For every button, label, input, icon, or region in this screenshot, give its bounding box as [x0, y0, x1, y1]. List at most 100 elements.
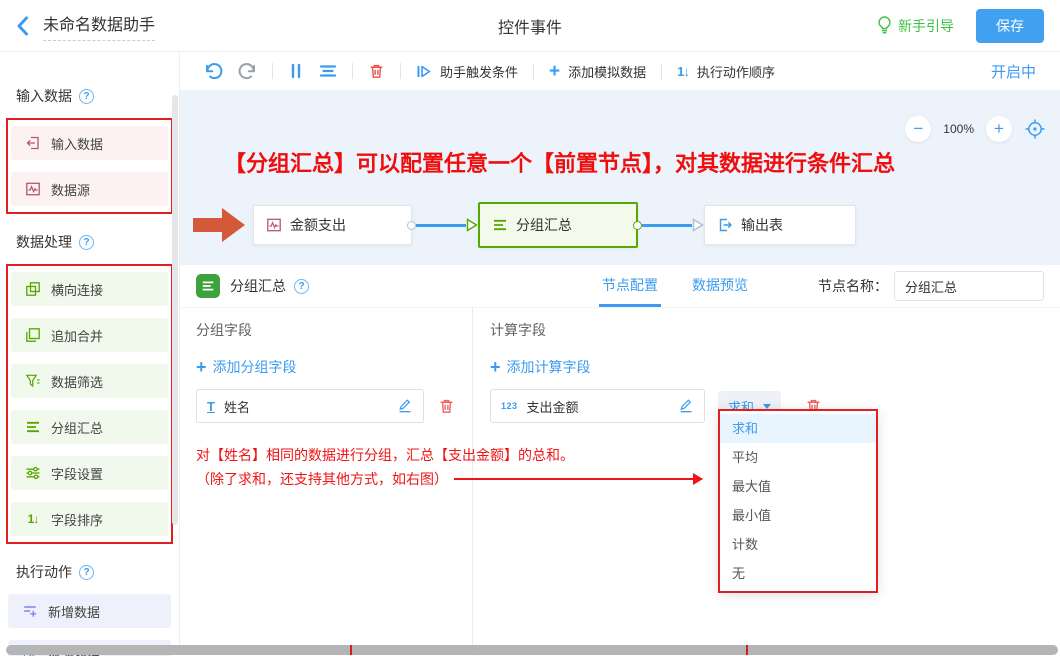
annotation-box-input: 输入数据 数据源	[6, 118, 173, 214]
undo-button[interactable]	[204, 63, 223, 80]
connector-arrowhead-icon	[692, 218, 704, 232]
back-button[interactable]	[16, 16, 29, 36]
group-field-item[interactable]: T 姓名	[196, 389, 424, 423]
node-label: 金额支出	[290, 215, 346, 235]
chevron-left-icon	[16, 16, 29, 36]
edit-field-button[interactable]	[397, 398, 413, 414]
connector	[412, 218, 478, 232]
dropdown-option-avg[interactable]: 平均	[720, 443, 876, 472]
config-body: 分组字段 + 添加分组字段 T 姓名	[180, 308, 1060, 656]
calc-field-item[interactable]: 123 支出金额	[490, 389, 705, 423]
sidebar-section-input: 输入数据 ?	[0, 86, 179, 106]
help-icon[interactable]: ?	[79, 565, 94, 580]
connector-line	[416, 224, 466, 227]
sidebar-item-filter[interactable]: 数据筛选	[11, 364, 168, 398]
node-name-input[interactable]	[894, 271, 1044, 301]
zoom-out-button[interactable]: −	[905, 116, 931, 142]
config-header: 分组汇总 ? 节点配置 数据预览 节点名称：	[180, 265, 1060, 308]
save-button[interactable]: 保存	[976, 9, 1044, 43]
field-name: 姓名	[224, 397, 388, 416]
annotation-box-process: 横向连接 追加合并 数据筛选 分组汇总 字段设置	[6, 264, 173, 544]
connector-port[interactable]	[407, 221, 416, 230]
action-order-button[interactable]: 1↓ 执行动作顺序	[677, 62, 775, 81]
edit-field-button[interactable]	[678, 398, 694, 414]
horizontal-join-icon	[25, 281, 41, 297]
delete-group-field-button[interactable]	[438, 398, 455, 415]
flow-node-group-summary[interactable]: 分组汇总	[478, 202, 638, 248]
field-sort-icon: 1↓	[25, 511, 41, 527]
tab-node-config[interactable]: 节点配置	[599, 265, 661, 307]
sidebar-item-hjoin[interactable]: 横向连接	[11, 272, 168, 306]
beginner-guide-link[interactable]: 新手引导	[877, 16, 954, 36]
sort-order-icon: 1↓	[677, 64, 689, 79]
trigger-condition-button[interactable]: 助手触发条件	[416, 62, 518, 81]
sidebar-item-label: 追加合并	[51, 326, 103, 345]
add-group-field-button[interactable]: + 添加分组字段	[196, 357, 455, 377]
sidebar-item-datasource[interactable]: 数据源	[11, 172, 168, 206]
zoom-level: 100%	[943, 122, 974, 136]
connector-port[interactable]	[633, 221, 642, 230]
sidebar-item-fieldset[interactable]: 字段设置	[11, 456, 168, 490]
status-toggle[interactable]: 开启中	[991, 61, 1036, 82]
align-horizontal-icon[interactable]	[319, 63, 337, 79]
calc-fields-label: 计算字段	[490, 320, 822, 340]
sidebar-item-label: 新增数据	[48, 602, 100, 621]
redo-button[interactable]	[238, 63, 257, 80]
toolbar-divider	[352, 63, 353, 79]
sidebar-item-input-data[interactable]: 输入数据	[11, 126, 168, 160]
dropdown-option-none[interactable]: 无	[720, 559, 876, 588]
sidebar-item-label: 数据源	[51, 180, 90, 199]
annotation-arrow-icon	[193, 205, 245, 245]
help-icon[interactable]: ?	[294, 279, 309, 294]
locate-center-button[interactable]	[1024, 118, 1046, 140]
top-header: 未命名数据助手 控件事件 新手引导 保存	[0, 0, 1060, 52]
sidebar-item-add-data[interactable]: 新增数据	[8, 594, 171, 628]
sidebar-section-process: 数据处理 ?	[0, 232, 179, 252]
sidebar-item-fieldsort[interactable]: 1↓ 字段排序	[11, 502, 168, 536]
sidebar-scrollbar[interactable]	[172, 95, 178, 525]
delete-node-button[interactable]	[368, 63, 385, 80]
add-calc-field-button[interactable]: + 添加计算字段	[490, 357, 822, 377]
node-config-panel: 分组汇总 ? 节点配置 数据预览 节点名称： 分组字段	[180, 265, 1060, 656]
append-merge-icon	[25, 327, 41, 343]
help-icon[interactable]: ?	[79, 89, 94, 104]
lightbulb-icon	[877, 16, 892, 35]
horizontal-scrollbar[interactable]	[6, 645, 1058, 655]
group-summary-icon	[196, 274, 220, 298]
dropdown-option-sum[interactable]: 求和	[720, 414, 876, 443]
node-label: 输出表	[741, 215, 783, 235]
add-mock-data-button[interactable]: + 添加模拟数据	[549, 62, 646, 81]
text-type-icon: T	[207, 399, 215, 414]
tab-data-preview[interactable]: 数据预览	[689, 265, 751, 307]
filter-icon	[25, 373, 41, 389]
datasource-icon	[266, 217, 282, 233]
group-fields-column: 分组字段 + 添加分组字段 T 姓名	[196, 308, 455, 423]
flow-node-amount-expense[interactable]: 金额支出	[253, 205, 412, 245]
dropdown-option-min[interactable]: 最小值	[720, 501, 876, 530]
toolbar-divider	[533, 63, 534, 79]
field-settings-icon	[25, 465, 41, 481]
config-title: 分组汇总	[230, 276, 286, 296]
connector-line	[642, 224, 692, 227]
plus-icon: +	[196, 358, 207, 376]
zoom-in-button[interactable]: +	[986, 116, 1012, 142]
flow-canvas[interactable]: − 100% + 【分组汇总】可以配置任意一个【前置节点】，对其数据进行条件汇总…	[180, 90, 1060, 265]
sidebar-section-action: 执行动作 ?	[0, 562, 179, 582]
annotation-text-bottom: 对【姓名】相同的数据进行分组，汇总【支出金额】的总和。 （除了求和，还支持其他方…	[196, 443, 702, 491]
sidebar-item-groupby[interactable]: 分组汇总	[11, 410, 168, 444]
play-bar-icon	[416, 64, 432, 79]
dropdown-option-count[interactable]: 计数	[720, 530, 876, 559]
export-icon	[717, 217, 733, 233]
help-icon[interactable]: ?	[79, 235, 94, 250]
dropdown-option-max[interactable]: 最大值	[720, 472, 876, 501]
datasource-icon	[25, 181, 41, 197]
aggregation-dropdown-menu: 求和 平均 最大值 最小值 计数 无	[718, 409, 878, 593]
node-name-label: 节点名称：	[818, 276, 888, 296]
flow-node-output-table[interactable]: 输出表	[704, 205, 856, 245]
annotation-tick	[746, 645, 748, 655]
distribute-horizontal-icon[interactable]	[288, 63, 304, 79]
sidebar-item-append[interactable]: 追加合并	[11, 318, 168, 352]
toolbar-divider	[661, 63, 662, 79]
app-title[interactable]: 未命名数据助手	[43, 11, 155, 41]
connector-arrowhead-icon	[466, 218, 478, 232]
